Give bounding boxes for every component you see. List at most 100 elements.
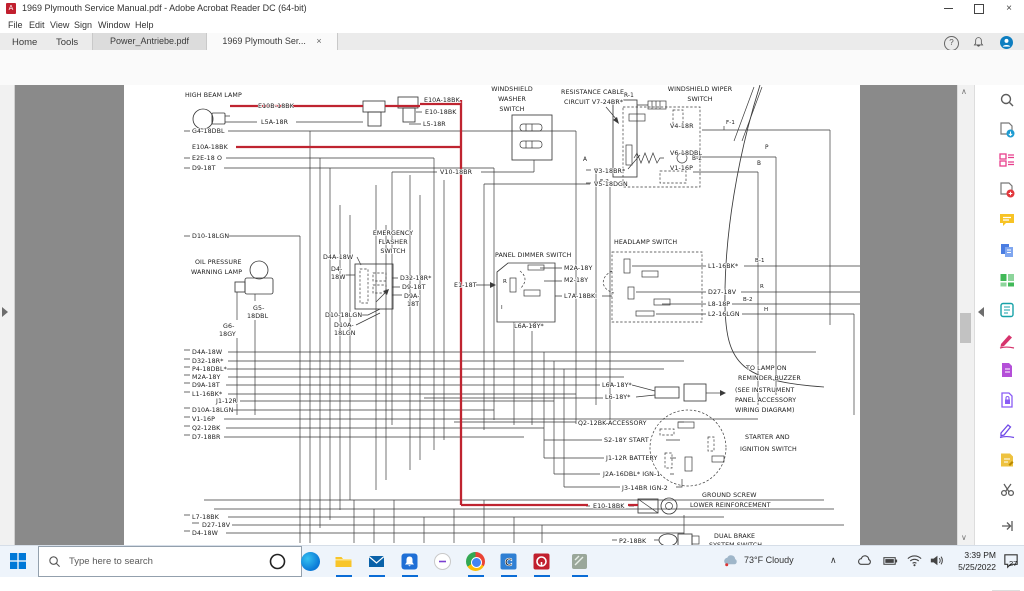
component-label: SWITCH (380, 248, 405, 255)
wire-label: B-1 (755, 258, 765, 264)
edge-icon[interactable] (301, 552, 320, 571)
tab-close-icon[interactable]: × (316, 36, 321, 46)
chrome-icon[interactable] (466, 552, 485, 571)
tab-home[interactable]: Home (12, 37, 37, 48)
acrobat-app-icon: A (6, 3, 16, 14)
scroll-down-icon[interactable]: ∨ (961, 533, 967, 542)
menu-help[interactable]: Help (135, 20, 154, 30)
more-tools-icon[interactable] (998, 481, 1016, 499)
wire-label: L1-16BK* (192, 391, 222, 398)
wire-label: D27-18V (708, 289, 737, 296)
scrollbar-thumb[interactable] (960, 313, 971, 343)
wire-label: L6A-18Y* (602, 382, 632, 389)
wire-label: G5- (253, 305, 264, 312)
action-center-icon[interactable]: 27 (1002, 552, 1020, 570)
misc-app-icon[interactable] (570, 552, 589, 571)
export-pdf-icon[interactable] (998, 121, 1016, 139)
component-label: DUAL BRAKE (714, 533, 755, 540)
file-explorer-icon[interactable] (334, 552, 353, 571)
wire-label: V6-18DBL (670, 150, 702, 157)
wire-label: D4A-18W (192, 349, 223, 356)
component-label: REMINDER BUZZER (738, 375, 801, 382)
scan-ocr-icon[interactable] (998, 301, 1016, 319)
wire-label: D9-18T (402, 284, 426, 291)
prepare-form-icon[interactable] (998, 451, 1016, 469)
tab-document-1[interactable]: Power_Antriebe.pdf (92, 33, 207, 50)
wire-label: V1-16P (192, 416, 215, 423)
tab-tools[interactable]: Tools (56, 37, 78, 48)
taskbar-search-input[interactable]: Type here to search (38, 546, 302, 577)
tray-chevron-icon[interactable]: ∧ (830, 555, 837, 566)
weather-text[interactable]: 73°F Cloudy (744, 555, 794, 565)
notification-badge: 27 (1009, 559, 1017, 568)
wire-label: L1-16BK* (708, 263, 738, 270)
help-icon[interactable]: ? (944, 36, 959, 51)
maximize-button[interactable] (964, 0, 994, 17)
protect-icon[interactable] (998, 391, 1016, 409)
component-label: PANEL DIMMER SWITCH (495, 252, 572, 259)
comment-tool-icon[interactable] (998, 211, 1016, 229)
component-label: WINDSHIELD (491, 86, 533, 93)
onedrive-icon[interactable] (856, 552, 873, 569)
speaker-icon[interactable] (928, 552, 945, 569)
sticky-app-icon[interactable] (433, 552, 452, 571)
component-label: IGNITION SWITCH (740, 446, 797, 453)
wifi-icon[interactable] (906, 552, 923, 569)
menu-window[interactable]: Window (98, 20, 130, 30)
cortana-icon[interactable] (268, 552, 287, 571)
organize-pages-icon[interactable] (998, 271, 1016, 289)
tab-document-2-active[interactable]: 1969 Plymouth Ser... × (206, 33, 338, 50)
weather-icon[interactable] (722, 552, 739, 569)
collapse-pane-icon[interactable] (998, 517, 1016, 535)
wire-label: J3-14BR IGN-2 (621, 485, 668, 492)
menu-bar: File Edit View Sign Window Help (0, 17, 1024, 33)
tab-bar: Home Tools Power_Antriebe.pdf 1969 Plymo… (0, 33, 1024, 50)
acrobat-taskbar-icon[interactable] (532, 552, 551, 571)
bell-icon[interactable] (972, 36, 985, 49)
code-app-icon[interactable]: C (499, 552, 518, 571)
create-pdf-icon[interactable] (998, 181, 1016, 199)
left-panel-expand-icon[interactable] (2, 307, 8, 317)
edit-pdf-icon[interactable] (998, 151, 1016, 169)
mail-icon[interactable] (367, 552, 386, 571)
wire-label: J1-12R BATTERY (605, 455, 657, 462)
minimize-button[interactable] (934, 0, 964, 17)
menu-sign[interactable]: Sign (74, 20, 92, 30)
wire-label: M2A-18Y (192, 374, 220, 381)
wire-label: E10-18BK (593, 503, 625, 510)
menu-file[interactable]: File (8, 20, 23, 30)
wire-label: I (501, 305, 503, 311)
wire-label: P2-18BK (619, 538, 647, 545)
wire-label: D32-18R* (192, 358, 223, 365)
wire-label: S2-18Y START (604, 437, 649, 444)
fill-sign-icon[interactable] (998, 331, 1016, 349)
wire-label: D27-18V (202, 522, 231, 529)
menu-view[interactable]: View (50, 20, 69, 30)
component-label: WINDSHIELD WIPER (668, 86, 733, 93)
certificates-icon[interactable] (998, 421, 1016, 439)
menu-edit[interactable]: Edit (29, 20, 45, 30)
wire-label: D7-18BR (192, 434, 221, 441)
pdf-page: HIGH BEAM LAMPE10B-18BKL5A-18RE10A-18BKE… (124, 85, 860, 545)
combine-files-icon[interactable] (998, 241, 1016, 259)
right-panel-expand-icon[interactable] (978, 307, 984, 317)
wire-label: L7-18BK (192, 514, 220, 521)
clock[interactable]: 3:39 PM 5/25/2022 (948, 549, 996, 573)
start-button-icon[interactable] (10, 553, 26, 569)
component-label: (SEE INSTRUMENT (735, 387, 794, 394)
convert-icon[interactable] (998, 361, 1016, 379)
wire-label: 18DBL (247, 313, 269, 320)
wire-label: D10A-18LGN (192, 407, 234, 414)
wire-label: L5A-18R (261, 119, 289, 126)
component-label: OIL PRESSURE (195, 259, 242, 266)
search-icon[interactable] (998, 91, 1016, 109)
wire-label: V5-18DGN (594, 181, 628, 188)
battery-icon[interactable] (882, 552, 899, 569)
scroll-up-icon[interactable]: ∧ (961, 87, 967, 96)
avatar[interactable] (1000, 36, 1013, 49)
wiring-diagram: HIGH BEAM LAMPE10B-18BKL5A-18RE10A-18BKE… (124, 85, 860, 545)
wire-label: L7A-18BK (564, 293, 596, 300)
notifications-app-icon[interactable] (400, 552, 419, 571)
close-button[interactable]: × (994, 0, 1024, 17)
wire-label: E10A-18BK (192, 144, 229, 151)
